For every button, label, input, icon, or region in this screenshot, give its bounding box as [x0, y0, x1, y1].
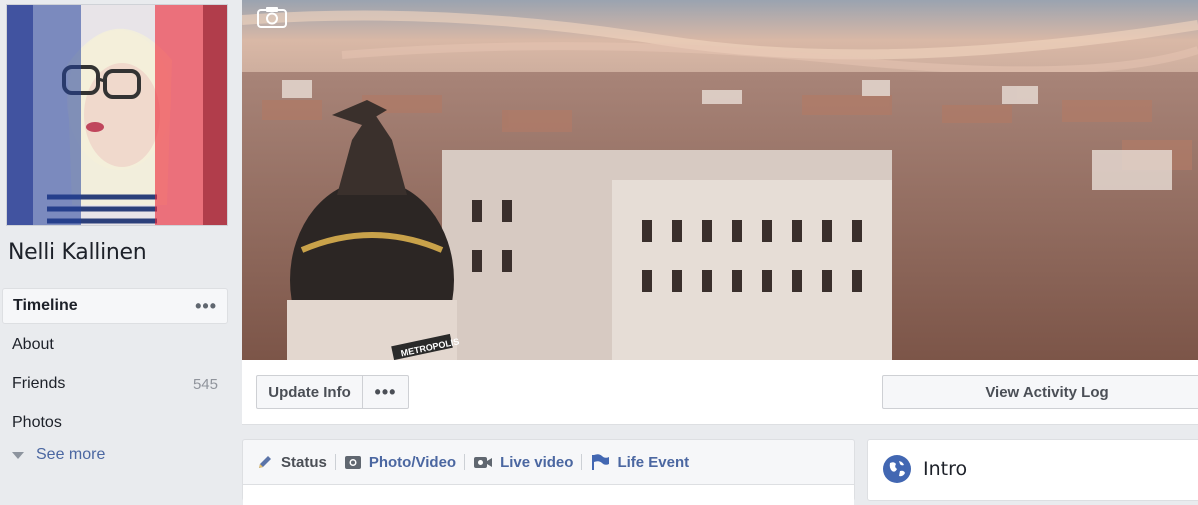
cover-photo[interactable]: METROPOLIS: [242, 0, 1198, 360]
see-more-label: See more: [36, 446, 106, 463]
nav-item-about[interactable]: About: [2, 327, 228, 363]
nav-item-photos[interactable]: Photos: [2, 405, 228, 441]
nav-item-label: Friends: [12, 375, 66, 392]
left-column: Nelli Kallinen Timeline ••• About Friend…: [0, 0, 240, 489]
profile-picture[interactable]: [6, 4, 228, 226]
intro-title: Intro: [923, 458, 968, 480]
nav-item-label: Photos: [12, 414, 62, 431]
tab-label: Live video: [500, 453, 574, 471]
see-more-link[interactable]: See more: [12, 446, 105, 464]
nav-item-friends[interactable]: Friends 545: [2, 366, 228, 402]
intro-card: Intro: [867, 439, 1198, 501]
camera-icon[interactable]: [257, 6, 287, 28]
globe-icon: [883, 455, 911, 483]
nav-item-timeline[interactable]: Timeline •••: [2, 288, 228, 324]
pencil-icon: [259, 456, 271, 468]
tab-live-video[interactable]: Live video: [473, 453, 573, 471]
tab-label: Photo/Video: [368, 453, 457, 471]
post-composer: Status Photo/Video Live video Life Event: [242, 439, 855, 505]
tab-life-event[interactable]: Life Event: [590, 453, 689, 471]
nav-item-label: About: [12, 336, 54, 353]
flag-icon: [592, 454, 610, 470]
nav-item-label: Timeline: [13, 297, 78, 314]
update-info-button[interactable]: Update Info: [256, 375, 363, 409]
view-activity-log-button[interactable]: View Activity Log: [882, 375, 1198, 409]
tab-status[interactable]: Status: [256, 453, 327, 471]
profile-action-bar: Update Info ••• View Activity Log: [242, 360, 1198, 425]
profile-name[interactable]: Nelli Kallinen: [8, 240, 147, 265]
more-options-icon[interactable]: •••: [195, 296, 217, 317]
composer-input-area[interactable]: [243, 484, 854, 505]
friends-count: 545: [192, 375, 218, 393]
cover-image-cityscape: METROPOLIS: [242, 0, 1198, 360]
photo-icon: [344, 456, 361, 469]
video-camera-icon: [474, 457, 493, 468]
chevron-down-icon: [12, 451, 24, 459]
tab-label: Life Event: [617, 453, 690, 471]
more-options-button[interactable]: •••: [362, 375, 409, 409]
tab-photo-video[interactable]: Photo/Video: [344, 453, 456, 471]
tab-label: Status: [281, 453, 327, 471]
profile-photo-with-flag-overlay: [7, 5, 227, 225]
profile-nav: Timeline ••• About Friends 545 Photos: [2, 288, 228, 444]
